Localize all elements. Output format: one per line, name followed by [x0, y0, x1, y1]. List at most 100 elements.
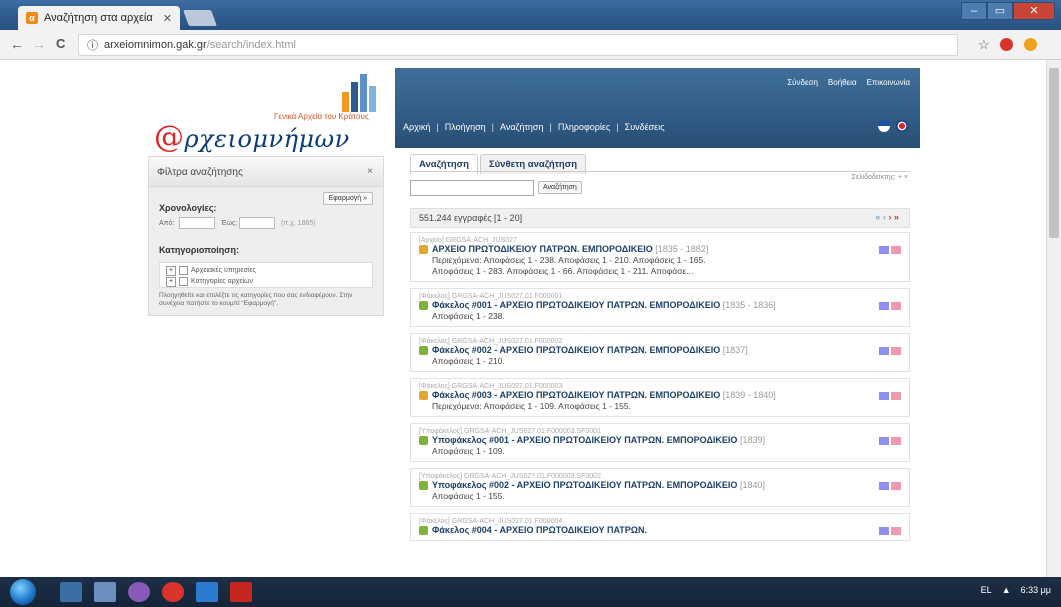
login-link[interactable]: Σύνδεση — [787, 78, 818, 87]
record-title[interactable]: Φάκελος #002 - ΑΡΧΕΙΟ ΠΡΩΤΟΔΙΚΕΙΟΥ ΠΑΤΡΩ… — [432, 345, 748, 356]
record-title-text[interactable]: Υποφάκελος #002 - ΑΡΧΕΙΟ ΠΡΩΤΟΔΙΚΕΙΟΥ ΠΑ… — [432, 480, 737, 490]
export-icon[interactable] — [891, 527, 901, 535]
record-title-text[interactable]: ΑΡΧΕΙΟ ΠΡΩΤΟΔΙΚΕΙΟΥ ΠΑΤΡΩΝ. ΕΜΠΟΡΟΔΙΚΕΙΟ — [432, 244, 653, 254]
from-year-input[interactable] — [179, 217, 215, 229]
details-icon[interactable] — [879, 347, 889, 355]
details-icon[interactable] — [879, 482, 889, 490]
help-link[interactable]: Βοήθεια — [828, 78, 857, 87]
nav-links[interactable]: Συνδέσεις — [625, 122, 665, 132]
filters-close-icon[interactable]: × — [367, 166, 373, 177]
nav-home[interactable]: Αρχική — [403, 122, 430, 132]
record-title-text[interactable]: Φάκελος #003 - ΑΡΧΕΙΟ ΠΡΩΤΟΔΙΚΕΙΟΥ ΠΑΤΡΩ… — [432, 390, 720, 400]
export-icon[interactable] — [891, 302, 901, 310]
details-icon[interactable] — [879, 437, 889, 445]
english-flag-icon[interactable] — [896, 120, 908, 132]
nav-search[interactable]: Αναζήτηση — [500, 122, 543, 132]
first-page-button[interactable]: « — [875, 212, 880, 222]
record-title[interactable]: Υποφάκελος #001 - ΑΡΧΕΙΟ ΠΡΩΤΟΔΙΚΕΙΟΥ ΠΑ… — [432, 435, 765, 446]
tab-close-icon[interactable]: ✕ — [163, 12, 172, 25]
reload-button[interactable]: C — [56, 36, 65, 51]
record-title[interactable]: Φάκελος #001 - ΑΡΧΕΙΟ ΠΡΩΤΟΔΙΚΕΙΟΥ ΠΑΤΡΩ… — [432, 300, 776, 311]
acrobat-taskbar-icon[interactable] — [230, 582, 252, 602]
record-title-text[interactable]: Φάκελος #004 - ΑΡΧΕΙΟ ΠΡΩΤΟΔΙΚΕΙΟΥ ΠΑΤΡΩ… — [432, 525, 647, 535]
record-title-text[interactable]: Φάκελος #001 - ΑΡΧΕΙΟ ΠΡΩΤΟΔΙΚΕΙΟΥ ΠΑΤΡΩ… — [432, 300, 720, 310]
to-year-input[interactable] — [239, 217, 275, 229]
details-icon[interactable] — [879, 392, 889, 400]
record-title-line: Φάκελος #004 - ΑΡΧΕΙΟ ΠΡΩΤΟΔΙΚΕΙΟΥ ΠΑΤΡΩ… — [419, 525, 903, 536]
forward-button[interactable]: → — [32, 36, 46, 52]
tree-item[interactable]: + Κατηγορίες αρχείων — [166, 276, 366, 287]
record-title[interactable]: Υποφάκελος #002 - ΑΡΧΕΙΟ ΠΡΩΤΟΔΙΚΕΙΟΥ ΠΑ… — [432, 480, 765, 491]
adblock-extension-icon[interactable] — [1000, 38, 1013, 51]
apply-filters-button[interactable]: Εφαρμογή » — [322, 192, 373, 205]
site-logo[interactable]: Γενικά Αρχεία του Κράτους @ρχειομνήμων — [150, 68, 385, 155]
minimize-button[interactable]: – — [961, 2, 987, 20]
checkbox[interactable] — [179, 266, 188, 275]
contact-link[interactable]: Επικοινωνία — [867, 78, 910, 87]
record-content: Αποφάσεις 1 - 210. — [432, 356, 505, 366]
nav-info[interactable]: Πληροφορίες — [558, 122, 610, 132]
next-page-button[interactable]: › — [888, 212, 891, 222]
export-icon[interactable] — [891, 347, 901, 355]
address-bar[interactable]: ⓘ arxeiomnimon.gak.gr/search/index.html — [78, 34, 958, 56]
last-page-button[interactable]: » — [894, 212, 899, 222]
details-icon[interactable] — [879, 302, 889, 310]
record-actions — [879, 392, 901, 400]
prev-page-button[interactable]: ‹ — [883, 212, 886, 222]
search-button[interactable]: Αναζήτηση — [538, 181, 582, 194]
export-icon[interactable] — [891, 392, 901, 400]
site-info-icon[interactable]: ⓘ — [87, 37, 98, 53]
record-title-text[interactable]: Υποφάκελος #001 - ΑΡΧΕΙΟ ΠΡΩΤΟΔΙΚΕΙΟΥ ΠΑ… — [432, 435, 737, 445]
export-icon[interactable] — [891, 482, 901, 490]
maximize-button[interactable]: ▭ — [987, 2, 1013, 20]
app2-taskbar-icon[interactable] — [196, 582, 218, 602]
new-tab-button[interactable] — [183, 10, 217, 26]
extension-icon[interactable] — [1024, 38, 1037, 51]
bookmarks-control[interactable]: Σελιδοδείκτης: + × — [852, 174, 908, 181]
expand-icon[interactable]: + — [166, 265, 176, 276]
record-actions — [879, 527, 901, 535]
result-record[interactable]: [Φάκελος] GRGSA-ACH_JUS027.01.F000003 Φάκ… — [410, 378, 910, 417]
logo-wordmark: @ρχειομνήμων — [154, 120, 350, 155]
record-title-text[interactable]: Φάκελος #002 - ΑΡΧΕΙΟ ΠΡΩΤΟΔΙΚΕΙΟΥ ΠΑΤΡΩ… — [432, 345, 720, 355]
network-icon[interactable]: ▲ — [1002, 585, 1011, 595]
export-icon[interactable] — [891, 246, 901, 254]
expand-icon[interactable]: + — [166, 276, 176, 287]
record-title[interactable]: ΑΡΧΕΙΟ ΠΡΩΤΟΔΙΚΕΙΟΥ ΠΑΤΡΩΝ. ΕΜΠΟΡΟΔΙΚΕΙΟ… — [432, 244, 708, 255]
year-hint: (π.χ. 1865) — [281, 220, 316, 227]
result-record[interactable]: [Φάκελος] GRGSA-ACH_JUS027.01.F000001 Φάκ… — [410, 288, 910, 327]
chrome-taskbar-icon[interactable] — [162, 582, 184, 602]
record-dates: [1837] — [722, 345, 748, 355]
bookmark-star-icon[interactable]: ☆ — [978, 37, 990, 53]
media-taskbar-icon[interactable] — [94, 582, 116, 602]
explorer-taskbar-icon[interactable] — [60, 582, 82, 602]
nav-browse[interactable]: Πλοήγηση — [445, 122, 486, 132]
from-label: Από: — [159, 220, 175, 227]
scrollbar-thumb[interactable] — [1049, 68, 1059, 238]
details-icon[interactable] — [879, 246, 889, 254]
app-taskbar-icon[interactable] — [128, 582, 150, 602]
result-record[interactable]: [Φάκελος] GRGSA-ACH_JUS027.01.F000004 Φάκ… — [410, 513, 910, 541]
clock[interactable]: 6:33 μμ — [1021, 585, 1051, 595]
close-window-button[interactable]: ✕ — [1013, 2, 1055, 20]
record-title[interactable]: Φάκελος #003 - ΑΡΧΕΙΟ ΠΡΩΤΟΔΙΚΕΙΟΥ ΠΑΤΡΩ… — [432, 390, 776, 401]
record-title-line: ΑΡΧΕΙΟ ΠΡΩΤΟΔΙΚΕΙΟΥ ΠΑΤΡΩΝ. ΕΜΠΟΡΟΔΙΚΕΙΟ… — [419, 244, 903, 255]
details-icon[interactable] — [879, 527, 889, 535]
nav-separator: | — [549, 122, 552, 132]
folder-icon — [419, 391, 428, 400]
page-scrollbar[interactable] — [1046, 60, 1061, 577]
back-button[interactable]: ← — [10, 36, 24, 52]
language-indicator[interactable]: EL — [981, 585, 992, 595]
browser-tab[interactable]: α Αναζήτηση στα αρχεία ✕ — [18, 6, 180, 30]
result-record[interactable]: [Φάκελος] GRGSA-ACH_JUS027.01.F000002 Φάκ… — [410, 333, 910, 372]
tree-item[interactable]: + Αρχειακές υπηρεσίες — [166, 265, 366, 276]
result-record[interactable]: [Αρχείο] GRGSA-ACH_JUS027 ΑΡΧΕΙΟ ΠΡΩΤΟΔΙΚ… — [410, 232, 910, 282]
record-title[interactable]: Φάκελος #004 - ΑΡΧΕΙΟ ΠΡΩΤΟΔΙΚΕΙΟΥ ΠΑΤΡΩ… — [432, 525, 647, 536]
result-record[interactable]: [Υποφάκελος] GRGSA-ACH_JUS027.01.F000003… — [410, 468, 910, 507]
search-input[interactable] — [410, 180, 534, 196]
checkbox[interactable] — [179, 277, 188, 286]
start-button[interactable] — [10, 579, 36, 605]
greek-flag-icon[interactable] — [878, 120, 890, 132]
result-record[interactable]: [Υποφάκελος] GRGSA-ACH_JUS027.01.F000003… — [410, 423, 910, 462]
export-icon[interactable] — [891, 437, 901, 445]
